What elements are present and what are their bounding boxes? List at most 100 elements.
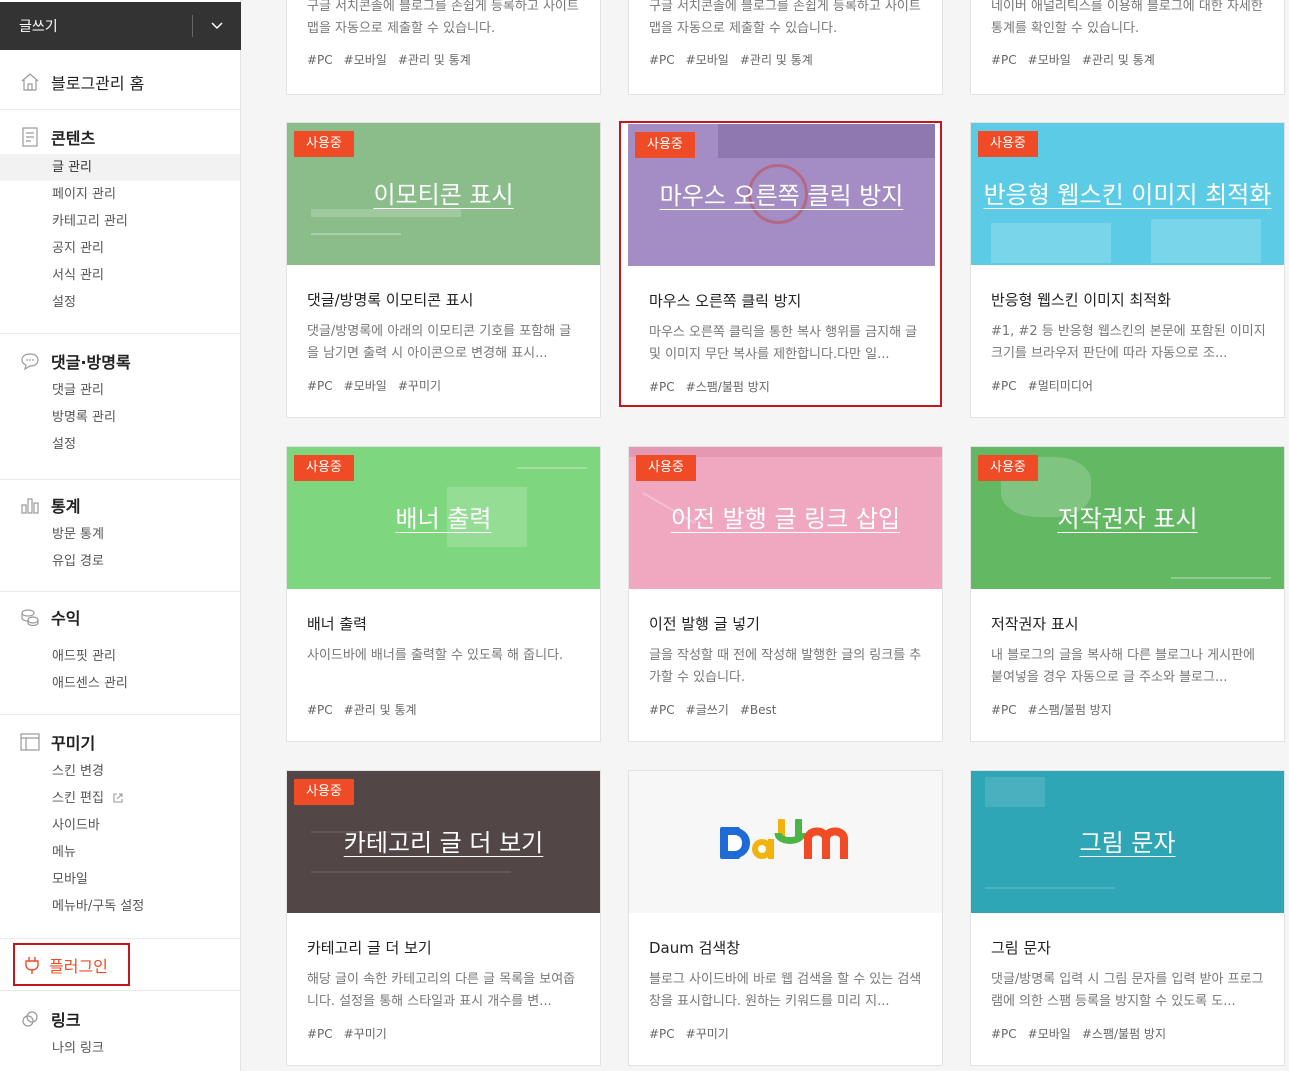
tag: #꾸미기 xyxy=(343,1027,387,1041)
sidebar-item-guestbook-manage[interactable]: 방명록 관리 xyxy=(0,404,240,431)
nav-content[interactable]: 콘텐츠 xyxy=(0,125,240,149)
sidebar-item-adfit[interactable]: 애드핏 관리 xyxy=(0,643,240,670)
sidebar-item-content-settings[interactable]: 설정 xyxy=(0,289,240,316)
sidebar-item-category-manage[interactable]: 카테고리 관리 xyxy=(0,208,240,235)
card-thumbnail: 반응형 웹스킨 이미지 최적화 사용중 xyxy=(971,123,1284,265)
sidebar: 글쓰기 블로그관리 홈 콘텐츠 글 관리 페이지 관리 카테고리 관리 공지 관… xyxy=(0,0,241,1071)
card-tags: #PC #꾸미기 xyxy=(307,1025,398,1042)
card-tags: #PC #모바일 #스팸/불펌 방지 xyxy=(991,1025,1177,1042)
nav-stats[interactable]: 통계 xyxy=(0,493,240,517)
card-thumbnail: 배너 출력 사용중 xyxy=(287,447,600,589)
plugin-card-copyright[interactable]: 저작권자 표시 사용중 저작권자 표시 내 블로그의 글을 복사해 다른 블로그… xyxy=(970,446,1285,742)
sidebar-item-post-manage[interactable]: 글 관리 xyxy=(0,154,240,181)
sidebar-item-template-manage[interactable]: 서식 관리 xyxy=(0,262,240,289)
plugin-card-prev-post-link[interactable]: 이전 발행 글 링크 삽입 사용중 이전 발행 글 넣기 글을 작성할 때 전에… xyxy=(628,446,943,742)
nav-revenue[interactable]: 수익 xyxy=(0,605,240,629)
nav-link[interactable]: 링크 xyxy=(0,1007,240,1031)
card-title: Daum 검색창 xyxy=(649,939,741,957)
tag: #PC xyxy=(649,1027,675,1041)
nav-home[interactable]: 블로그관리 홈 xyxy=(0,56,240,110)
sidebar-item-page-manage[interactable]: 페이지 관리 xyxy=(0,181,240,208)
plugin-card-daum-search[interactable]: Daum 검색창 블로그 사이드바에 바로 웹 검색을 할 수 있는 검색창을 … xyxy=(628,770,943,1066)
speech-bubble-icon xyxy=(0,352,51,370)
plugin-card-banner[interactable]: 배너 출력 사용중 배너 출력 사이드바에 배너를 출력할 수 있도록 해 줍니… xyxy=(286,446,601,742)
tag: #글쓰기 xyxy=(685,703,729,717)
tag: #관리 및 통계 xyxy=(397,53,471,67)
tag: #Best xyxy=(739,703,777,717)
nav-decorate[interactable]: 꾸미기 xyxy=(0,730,240,754)
tag: #스팸/불펌 방지 xyxy=(685,380,770,394)
card-title: 반응형 웹스킨 이미지 최적화 xyxy=(991,291,1171,309)
plugin-card-right-click-block[interactable]: 마우스 오른쪽 클릭 방지 사용중 마우스 오른쪽 클릭 방지 마우스 오른쪽 … xyxy=(619,121,942,407)
card-tags: #PC #멀티미디어 xyxy=(991,377,1104,394)
home-icon xyxy=(0,72,51,92)
nav-comments[interactable]: 댓글·방명록 xyxy=(0,349,240,373)
tag: #관리 및 통계 xyxy=(343,703,417,717)
sidebar-item-visit-stats[interactable]: 방문 통계 xyxy=(0,521,240,548)
thumbnail-title: 이전 발행 글 링크 삽입 xyxy=(670,505,901,533)
sidebar-item-menubar-subscribe[interactable]: 메뉴바/구독 설정 xyxy=(0,893,240,920)
nav-decorate-section: 꾸미기 스킨 변경 스킨 편집 사이드바 메뉴 모바일 메뉴바/구독 설정 xyxy=(0,715,240,939)
skin-edit-label: 스킨 편집 xyxy=(52,791,104,806)
sidebar-item-referrer[interactable]: 유입 경로 xyxy=(0,548,240,575)
sidebar-item-menu[interactable]: 메뉴 xyxy=(0,839,240,866)
card-title: 이전 발행 글 넣기 xyxy=(649,615,760,633)
tag: #스팸/불펌 방지 xyxy=(1081,1027,1167,1041)
thumbnail-title: 반응형 웹스킨 이미지 최적화 xyxy=(983,181,1272,209)
tag: #모바일 xyxy=(685,53,729,67)
write-label: 글쓰기 xyxy=(19,19,58,35)
card-title: 마우스 오른쪽 클릭 방지 xyxy=(649,292,802,310)
sidebar-item-skin-edit[interactable]: 스킨 편집 xyxy=(0,785,240,812)
tag: #모바일 xyxy=(1027,1027,1071,1041)
thumbnail-title: 배너 출력 xyxy=(395,505,492,533)
plugin-card[interactable]: 네이버 애널리틱스를 이용해 블로그에 대한 자세한 통계를 확인할 수 있습니… xyxy=(970,0,1285,95)
plugin-card-category-more[interactable]: 카테고리 글 더 보기 사용중 카테고리 글 더 보기 해당 글이 속한 카테고… xyxy=(286,770,601,1066)
layout-icon xyxy=(0,733,51,751)
sidebar-item-mobile[interactable]: 모바일 xyxy=(0,866,240,893)
tag: #스팸/불펌 방지 xyxy=(1027,703,1112,717)
nav-content-title: 콘텐츠 xyxy=(51,129,96,148)
thumbnail-title: 카테고리 글 더 보기 xyxy=(343,829,544,857)
sidebar-item-sidebar[interactable]: 사이드바 xyxy=(0,812,240,839)
write-button[interactable]: 글쓰기 xyxy=(0,2,241,50)
tag: #PC xyxy=(307,53,333,67)
card-description: #1, #2 등 반응형 웹스킨의 본문에 포함된 이미지 크기를 브라우저 판… xyxy=(991,324,1266,361)
card-thumbnail: 저작권자 표시 사용중 xyxy=(971,447,1284,589)
plugin-card-emoticon[interactable]: 이모티콘 표시 사용중 댓글/방명록 이모티콘 표시 댓글/방명록에 아래의 이… xyxy=(286,122,601,418)
nav-plugin-label: 플러그인 xyxy=(49,956,108,976)
status-badge: 사용중 xyxy=(635,132,695,158)
nav-revenue-section: 수익 애드핏 관리 애드센스 관리 xyxy=(0,592,240,715)
sidebar-item-adsense[interactable]: 애드센스 관리 xyxy=(0,670,240,697)
card-tags: #PC #꾸미기 xyxy=(649,1025,740,1042)
plugin-card[interactable]: 구글 서치콘솔에 블로그를 손쉽게 등록하고 사이트맵을 자동으로 제출할 수 … xyxy=(286,0,601,95)
sidebar-item-skin-change[interactable]: 스킨 변경 xyxy=(0,758,240,785)
nav-plugin[interactable]: 플러그인 xyxy=(13,943,130,986)
external-link-icon xyxy=(112,787,124,814)
plugin-card-captcha[interactable]: 그림 문자 그림 문자 댓글/방명록 입력 시 그림 문자를 입력 받아 프로그… xyxy=(970,770,1285,1066)
sidebar-item-comment-settings[interactable]: 설정 xyxy=(0,431,240,458)
tag: #멀티미디어 xyxy=(1027,379,1093,393)
card-tags: #PC #스팸/불펌 방지 xyxy=(649,378,781,395)
tag: #PC xyxy=(991,703,1017,717)
sidebar-item-comment-manage[interactable]: 댓글 관리 xyxy=(0,377,240,404)
nav-home-label: 블로그관리 홈 xyxy=(51,74,145,93)
nav-link-title: 링크 xyxy=(51,1011,81,1030)
plugin-card[interactable]: 구글 서치콘솔에 블로그를 손쉽게 등록하고 사이트맵을 자동으로 제출할 수 … xyxy=(628,0,943,95)
tag: #PC xyxy=(649,703,675,717)
status-badge: 사용중 xyxy=(294,455,354,481)
sidebar-item-my-links[interactable]: 나의 링크 xyxy=(0,1035,240,1062)
document-icon xyxy=(0,127,51,147)
tag: #모바일 xyxy=(1027,53,1071,67)
plugin-card-responsive-image[interactable]: 반응형 웹스킨 이미지 최적화 사용중 반응형 웹스킨 이미지 최적화 #1, … xyxy=(970,122,1285,418)
card-thumbnail: 마우스 오른쪽 클릭 방지 사용중 xyxy=(628,124,935,266)
tag: #관리 및 통계 xyxy=(1081,53,1155,67)
coins-icon xyxy=(0,607,51,627)
chevron-down-icon[interactable] xyxy=(193,2,241,50)
card-description: 댓글/방명록에 아래의 이모티콘 기호를 포함해 글을 남기면 출력 시 아이콘… xyxy=(307,324,572,361)
card-description: 내 블로그의 글을 복사해 다른 블로그나 게시판에 붙여넣을 경우 자동으로 … xyxy=(991,648,1255,685)
card-thumbnail: 이모티콘 표시 사용중 xyxy=(287,123,600,265)
sidebar-item-notice-manage[interactable]: 공지 관리 xyxy=(0,235,240,262)
status-badge: 사용중 xyxy=(978,455,1038,481)
tag: #모바일 xyxy=(343,379,387,393)
tag: #PC xyxy=(649,53,675,67)
